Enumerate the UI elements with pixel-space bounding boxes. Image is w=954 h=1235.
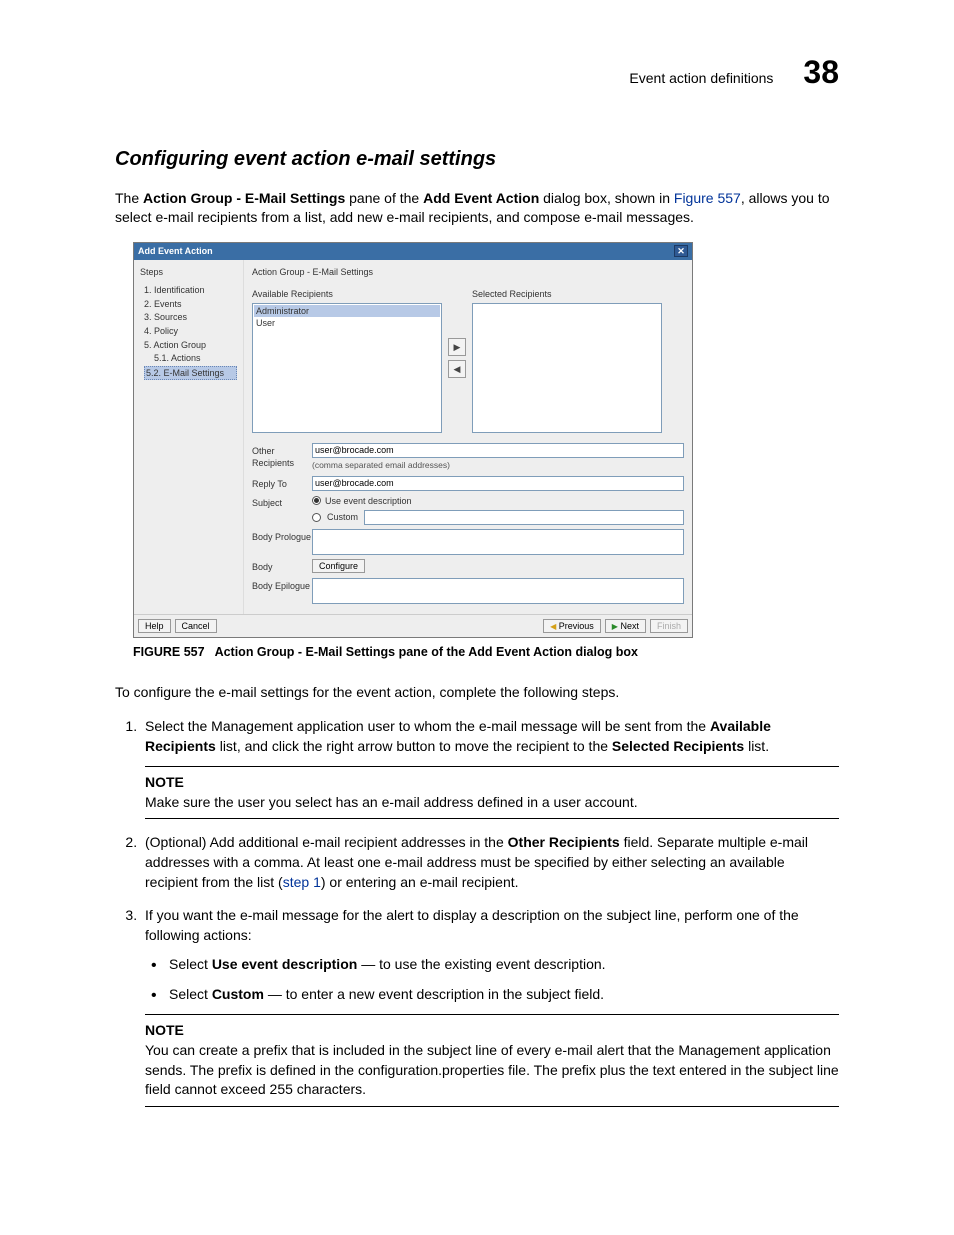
section-heading: Configuring event action e-mail settings — [115, 145, 839, 173]
dialog-titlebar: Add Event Action ✕ — [134, 243, 692, 260]
body-epilogue-label: Body Epilogue — [252, 578, 312, 593]
reply-to-input[interactable] — [312, 476, 684, 491]
available-recipients-list[interactable]: Administrator User — [252, 303, 442, 433]
step-events[interactable]: 2. Events — [144, 298, 237, 311]
other-recipients-input[interactable] — [312, 443, 684, 458]
body-epilogue-input[interactable] — [312, 578, 684, 604]
bullet-item: Select Use event description — to use th… — [169, 955, 839, 975]
instruction-paragraph: To configure the e-mail settings for the… — [115, 683, 839, 703]
previous-button[interactable]: ◀ Previous — [543, 619, 601, 633]
dialog-add-event-action: Add Event Action ✕ Steps 1. Identificati… — [133, 242, 693, 638]
step-link[interactable]: step 1 — [283, 874, 321, 890]
step-policy[interactable]: 4. Policy — [144, 325, 237, 338]
next-button[interactable]: ▶ Next — [605, 619, 646, 633]
body-label: Body — [252, 559, 312, 574]
body-prologue-label: Body Prologue — [252, 529, 312, 544]
page-header: Event action definitions 38 — [115, 50, 839, 95]
move-left-button[interactable]: ◀ — [448, 360, 466, 378]
note-label: NOTE — [145, 1021, 839, 1041]
figure-link[interactable]: Figure 557 — [674, 190, 741, 206]
header-title: Event action definitions — [629, 69, 773, 89]
steps-sidebar: Steps 1. Identification 2. Events 3. Sou… — [134, 260, 244, 614]
available-recipients-label: Available Recipients — [252, 288, 442, 301]
reply-to-label: Reply To — [252, 476, 312, 491]
radio-use-event-description[interactable] — [312, 496, 321, 505]
pane-title: Action Group - E-Mail Settings — [252, 266, 684, 279]
radio-custom[interactable] — [312, 513, 321, 522]
step-3: If you want the e-mail message for the a… — [141, 906, 839, 1107]
note-block: NOTE Make sure the user you select has a… — [145, 766, 839, 819]
other-recipients-hint: (comma separated email addresses) — [312, 460, 684, 472]
step-action-group[interactable]: 5. Action Group — [144, 339, 237, 352]
steps-list: Select the Management application user t… — [115, 717, 839, 1107]
note-label: NOTE — [145, 773, 839, 793]
note-text: You can create a prefix that is included… — [145, 1041, 839, 1100]
selected-recipients-list[interactable] — [472, 303, 662, 433]
other-recipients-label: Other Recipients — [252, 443, 312, 470]
step-actions[interactable]: 5.1. Actions — [144, 352, 237, 365]
finish-button: Finish — [650, 619, 688, 633]
subject-label: Subject — [252, 495, 312, 510]
radio-label: Custom — [327, 511, 358, 524]
dialog-title: Add Event Action — [138, 245, 213, 258]
selected-recipients-label: Selected Recipients — [472, 288, 662, 301]
step-identification[interactable]: 1. Identification — [144, 284, 237, 297]
cancel-button[interactable]: Cancel — [175, 619, 217, 633]
intro-paragraph: The Action Group - E-Mail Settings pane … — [115, 189, 839, 228]
custom-subject-input[interactable] — [364, 510, 684, 525]
close-icon[interactable]: ✕ — [674, 245, 688, 257]
move-right-button[interactable]: ▶ — [448, 338, 466, 356]
help-button[interactable]: Help — [138, 619, 171, 633]
step-2: (Optional) Add additional e-mail recipie… — [141, 833, 839, 892]
note-text: Make sure the user you select has an e-m… — [145, 793, 839, 813]
list-item[interactable]: User — [254, 317, 440, 330]
list-item[interactable]: Administrator — [254, 305, 440, 318]
step-1: Select the Management application user t… — [141, 717, 839, 819]
chapter-number: 38 — [803, 50, 839, 95]
step-email-settings[interactable]: 5.2. E-Mail Settings — [144, 366, 237, 381]
step-sources[interactable]: 3. Sources — [144, 311, 237, 324]
body-prologue-input[interactable] — [312, 529, 684, 555]
bullet-item: Select Custom — to enter a new event des… — [169, 985, 839, 1005]
configure-button[interactable]: Configure — [312, 559, 365, 573]
figure-caption: FIGURE 557Action Group - E-Mail Settings… — [133, 644, 839, 662]
note-block: NOTE You can create a prefix that is inc… — [145, 1014, 839, 1106]
steps-label: Steps — [140, 266, 237, 279]
radio-label: Use event description — [325, 495, 412, 508]
